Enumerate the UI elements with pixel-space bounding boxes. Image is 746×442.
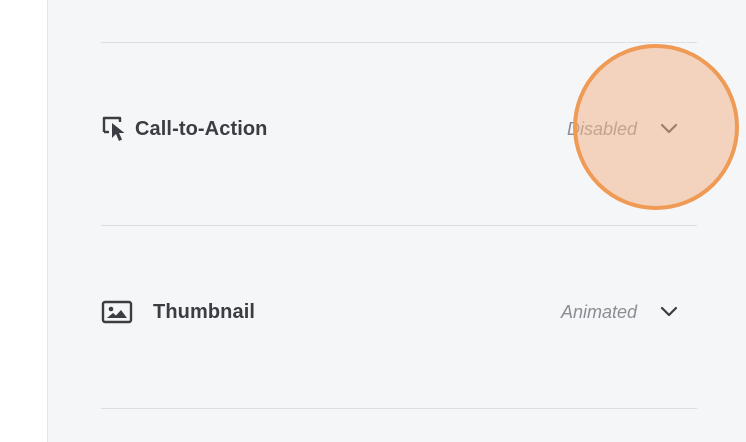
settings-panel [48, 0, 746, 442]
divider [101, 42, 697, 43]
cursor-click-icon [101, 114, 135, 144]
image-icon [101, 297, 153, 327]
settings-row-call-to-action[interactable]: Call-to-Action Disabled [101, 109, 697, 149]
left-gutter [0, 0, 48, 442]
divider [101, 225, 697, 226]
chevron-down-icon[interactable] [659, 119, 679, 139]
row-title: Call-to-Action [135, 117, 268, 140]
settings-row-thumbnail[interactable]: Thumbnail Animated [101, 292, 697, 332]
row-title: Thumbnail [153, 300, 256, 323]
row-status: Disabled [566, 118, 637, 139]
row-status: Animated [560, 301, 637, 322]
divider [101, 408, 697, 409]
chevron-down-icon[interactable] [659, 302, 679, 322]
